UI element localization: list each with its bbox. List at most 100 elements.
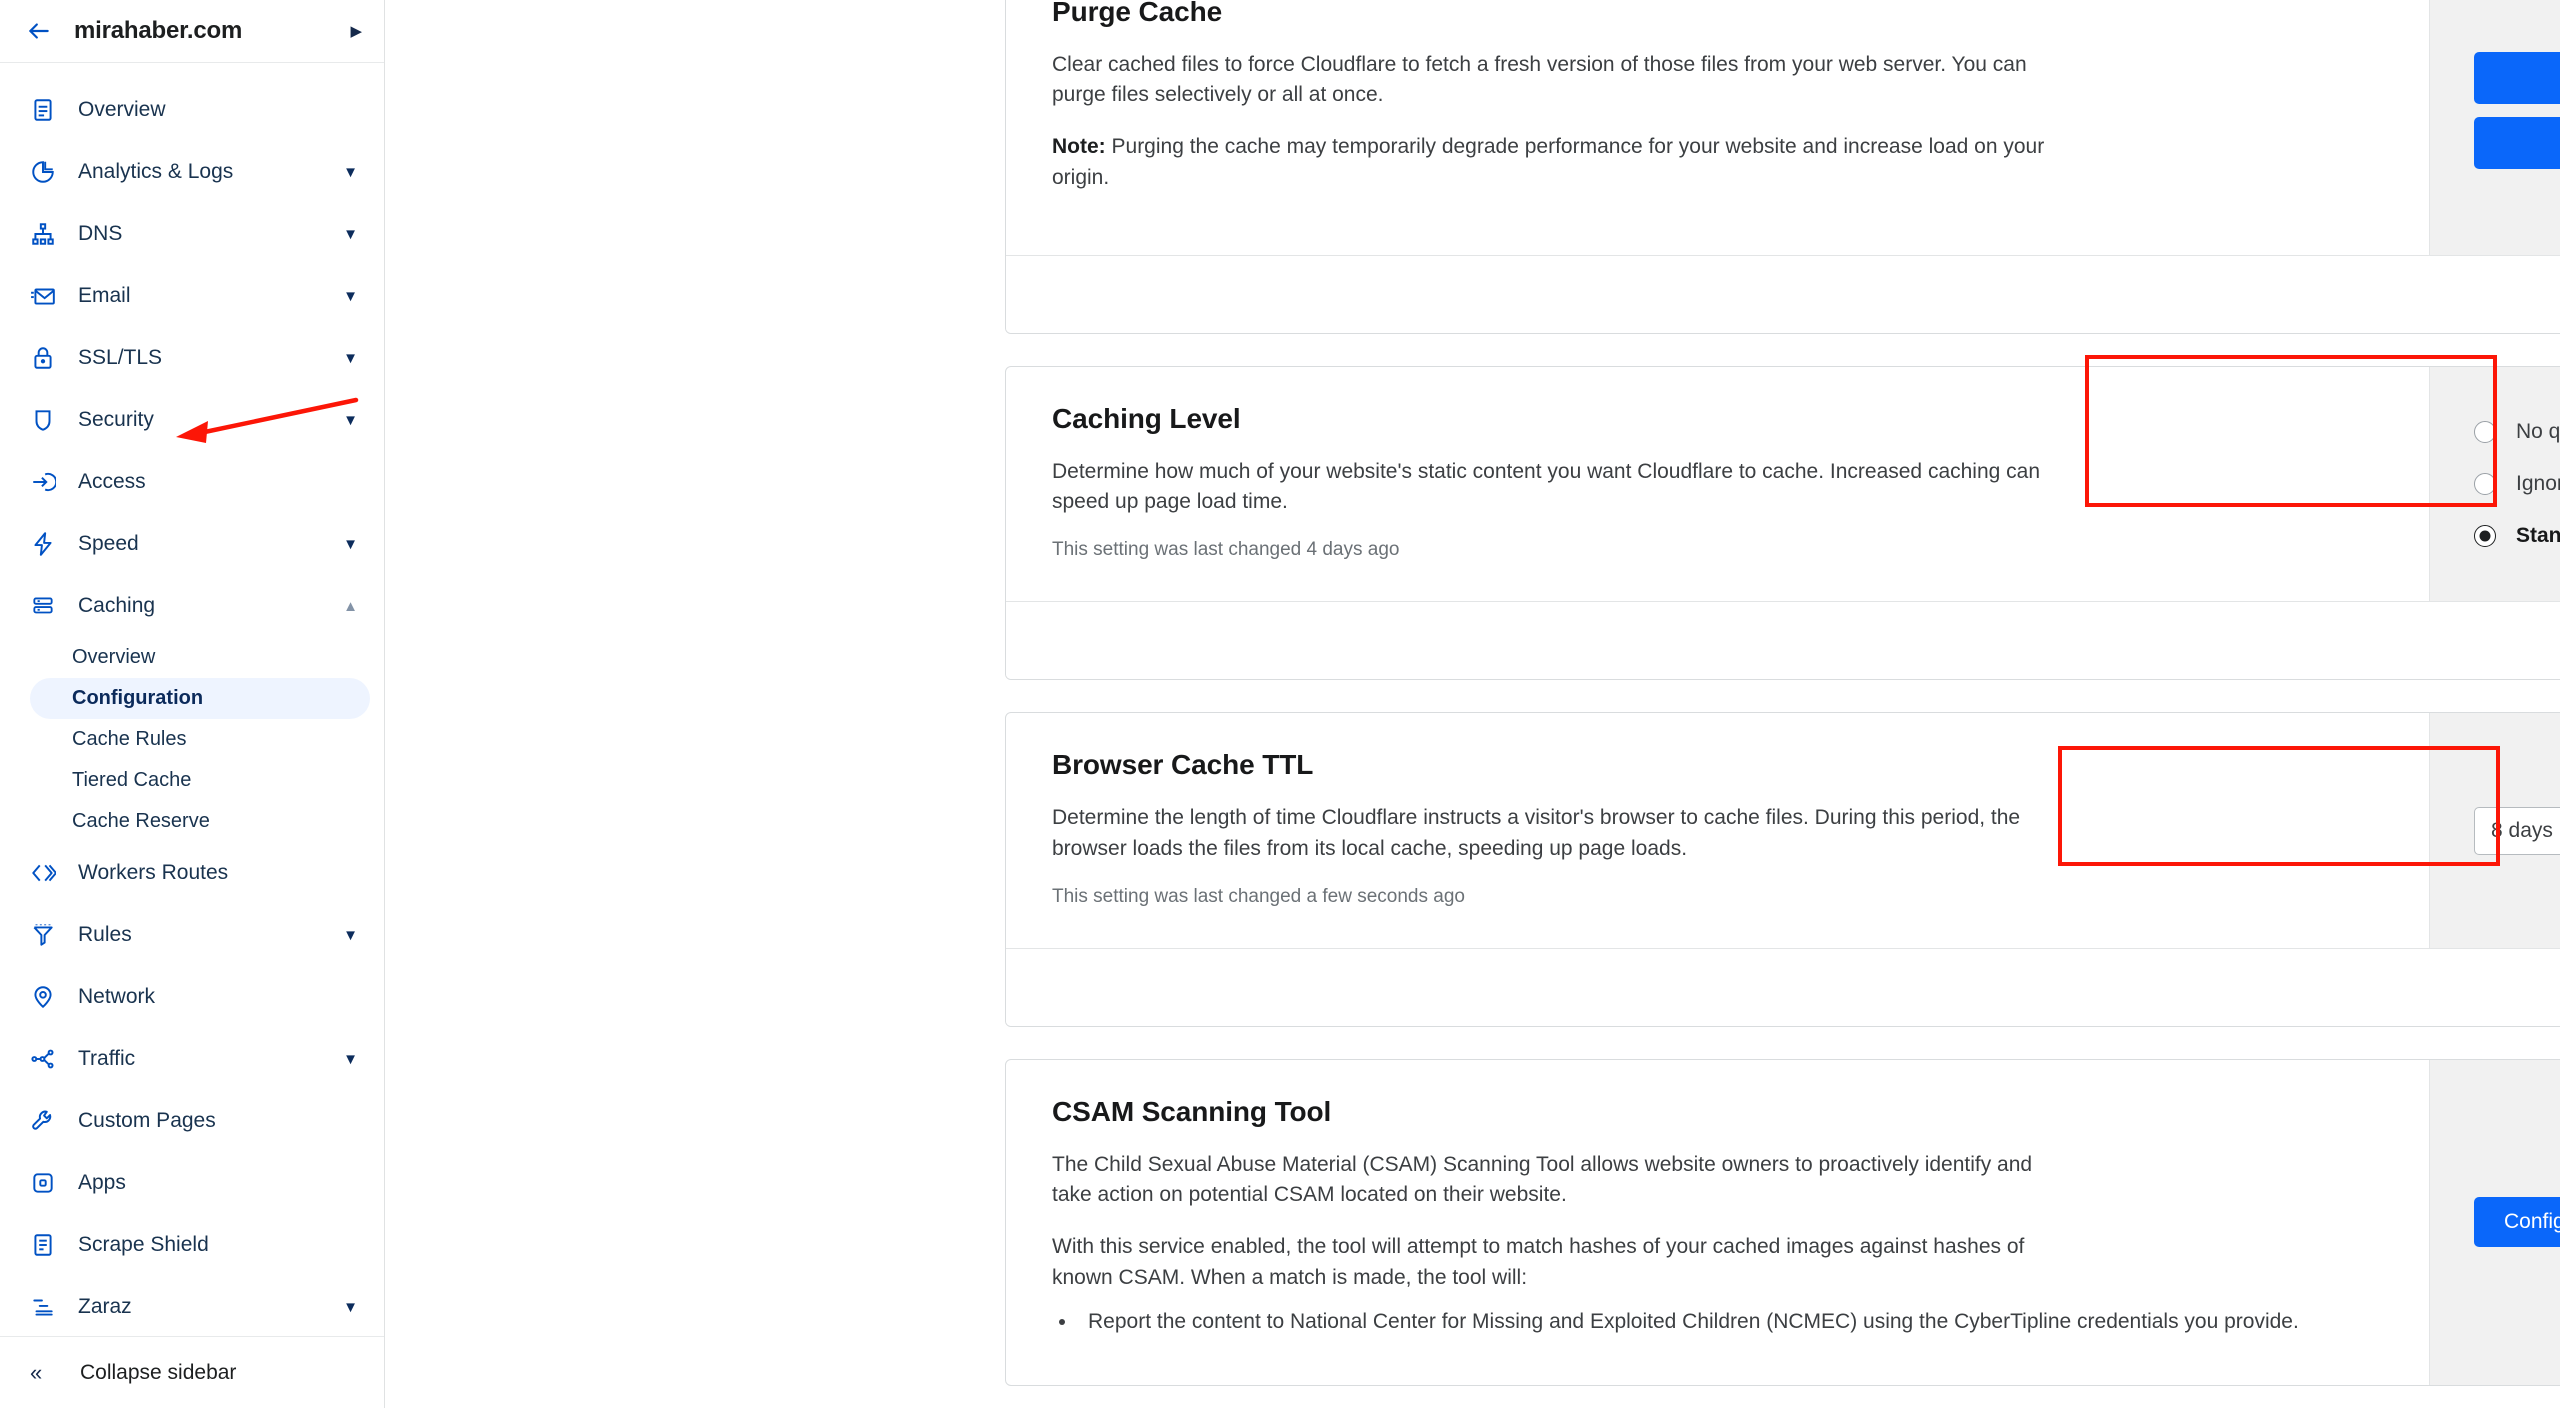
card-caching-level: Caching Level Determine how much of your…	[1005, 365, 2560, 681]
card-footer: API▶ Help▶	[1006, 254, 2560, 333]
sidebar-item-label: DNS	[78, 222, 123, 245]
sidebar-item-zaraz[interactable]: Zaraz ▼	[0, 1276, 384, 1336]
login-arrow-icon	[26, 469, 60, 495]
sidebar-item-dns[interactable]: DNS ▼	[0, 203, 384, 265]
card-text: Caching Level Determine how much of your…	[1006, 367, 2429, 601]
sidebar-item-workers-routes[interactable]: Workers Routes	[0, 842, 384, 904]
sidebar-subitem-overview[interactable]: Overview	[30, 637, 370, 678]
card-description: Determine how much of your website's sta…	[1052, 459, 2041, 514]
chevron-down-icon[interactable]: ▼	[343, 351, 358, 366]
card-controls: Configure	[2429, 1059, 2560, 1386]
sidebar-item-label: Traffic	[78, 1047, 136, 1070]
sidebar-item-label: Security	[78, 408, 154, 431]
sidebar-subitem-label: Tiered Cache	[72, 769, 192, 791]
chevron-down-icon[interactable]: ▼	[343, 537, 358, 552]
last-changed-note: This setting was last changed a few seco…	[1052, 885, 1465, 907]
note-label: Note:	[1052, 135, 1106, 159]
sidebar-item-network[interactable]: Network	[0, 966, 384, 1028]
shield-icon	[26, 407, 60, 433]
sidebar-subitem-label: Cache Rules	[72, 728, 187, 750]
radio-ignore-query-string[interactable]: Ignore query string	[2474, 472, 2560, 496]
chevron-down-icon[interactable]: ▼	[343, 1052, 358, 1067]
sidebar-item-access[interactable]: Access	[0, 451, 384, 513]
card-footer: API▶ Help▶	[1006, 601, 2560, 680]
sidebar-item-label: Rules	[78, 923, 132, 946]
sidebar-item-security[interactable]: Security ▼	[0, 389, 384, 451]
sidebar-item-label: Network	[78, 985, 156, 1008]
back-arrow-icon[interactable]	[22, 14, 56, 48]
sidebar-item-label: Caching	[78, 594, 156, 617]
radio-label: Ignore query string	[2516, 472, 2560, 496]
radio-label: No query string	[2516, 420, 2560, 444]
card-title: Purge Cache	[1052, 0, 1223, 27]
sidebar-header: mirahaber.com ▶	[0, 0, 384, 63]
sidebar-item-custom-pages[interactable]: Custom Pages	[0, 1090, 384, 1152]
double-chevron-left-icon: «	[30, 1359, 43, 1385]
wrench-icon	[26, 1108, 60, 1134]
lock-icon	[26, 345, 60, 371]
code-brackets-icon	[26, 860, 60, 886]
sidebar-subitem-tiered-cache[interactable]: Tiered Cache	[30, 760, 370, 801]
radio-no-query-string[interactable]: No query string	[2474, 420, 2560, 444]
sidebar-subitem-cache-reserve[interactable]: Cache Reserve	[30, 801, 370, 842]
sitemap-icon	[26, 221, 60, 247]
lightning-bolt-icon	[26, 531, 60, 557]
sidebar-item-rules[interactable]: Rules ▼	[0, 904, 384, 966]
sidebar-item-analytics-and-logs[interactable]: Analytics & Logs ▼	[0, 141, 384, 203]
sidebar-item-ssl-tls[interactable]: SSL/TLS ▼	[0, 327, 384, 389]
map-pin-icon	[26, 984, 60, 1010]
sidebar-item-label: Apps	[78, 1171, 126, 1194]
sidebar-nav: Overview Analytics & Logs ▼ DNS ▼ Email …	[0, 63, 384, 1336]
card-body: Caching Level Determine how much of your…	[1006, 366, 2560, 602]
sidebar: mirahaber.com ▶ Overview Analytics & Log…	[0, 0, 385, 1408]
sidebar-item-label: Zaraz	[78, 1295, 132, 1318]
browser-cache-ttl-select[interactable]: 8 days ▼	[2474, 806, 2560, 855]
custom-purge-button[interactable]: Custom Purge	[2474, 51, 2560, 104]
sidebar-subitem-label: Cache Reserve	[72, 810, 210, 832]
sidebar-item-caching[interactable]: Caching ▲	[0, 575, 384, 637]
chevron-up-icon[interactable]: ▲	[343, 599, 358, 614]
card-controls: 8 days ▼	[2429, 713, 2560, 948]
card-footer: API▶ Help▶	[1006, 947, 2560, 1026]
site-selector-caret-icon[interactable]: ▶	[350, 24, 362, 39]
sidebar-item-overview[interactable]: Overview	[0, 79, 384, 141]
sidebar-item-label: Speed	[78, 532, 139, 555]
csam-bullet-list: Report the content to National Center fo…	[1078, 1307, 2383, 1337]
chevron-down-icon[interactable]: ▼	[343, 413, 358, 428]
configure-button[interactable]: Configure	[2474, 1197, 2560, 1248]
card-description: Determine the length of time Cloudflare …	[1052, 806, 2021, 860]
chevron-down-icon[interactable]: ▼	[343, 227, 358, 242]
chevron-down-icon[interactable]: ▼	[343, 289, 358, 304]
sidebar-subitem-cache-rules[interactable]: Cache Rules	[30, 719, 370, 760]
chevron-down-icon[interactable]: ▼	[343, 1300, 358, 1315]
chevron-down-icon[interactable]: ▼	[343, 928, 358, 943]
sidebar-item-email[interactable]: Email ▼	[0, 265, 384, 327]
sidebar-item-traffic[interactable]: Traffic ▼	[0, 1028, 384, 1090]
sidebar-subitem-label: Configuration	[72, 687, 204, 709]
sidebar-item-label: SSL/TLS	[78, 346, 163, 369]
last-changed-note: This setting was last changed 4 days ago	[1052, 539, 1400, 561]
sidebar-item-scrape-shield[interactable]: Scrape Shield	[0, 1214, 384, 1276]
card-description-1: The Child Sexual Abuse Material (CSAM) S…	[1052, 1152, 2033, 1207]
collapse-sidebar-button[interactable]: « Collapse sidebar	[0, 1336, 384, 1408]
server-stack-icon	[26, 593, 60, 619]
pie-chart-icon	[26, 159, 60, 185]
settings-column: Purge Cache Clear cached files to force …	[1005, 0, 2560, 1408]
sidebar-item-label: Scrape Shield	[78, 1233, 209, 1256]
sidebar-subitem-configuration[interactable]: Configuration	[30, 678, 370, 719]
card-text: CSAM Scanning Tool The Child Sexual Abus…	[1006, 1060, 2429, 1385]
sidebar-item-label: Email	[78, 284, 131, 307]
purge-everything-button[interactable]: Purge Everything	[2474, 116, 2560, 169]
card-title: CSAM Scanning Tool	[1052, 1095, 1332, 1127]
radio-icon-selected	[2474, 525, 2496, 548]
radio-standard[interactable]: Standard	[2474, 524, 2560, 548]
card-description: Clear cached files to force Cloudflare t…	[1052, 53, 2027, 107]
sidebar-item-speed[interactable]: Speed ▼	[0, 513, 384, 575]
card-controls: No query string Ignore query string Stan…	[2429, 366, 2560, 602]
zaraz-lines-icon	[26, 1294, 60, 1320]
select-value: 8 days	[2491, 818, 2553, 842]
sidebar-item-label: Custom Pages	[78, 1109, 216, 1132]
chevron-down-icon[interactable]: ▼	[343, 165, 358, 180]
card-note-paragraph: Note: Purging the cache may temporarily …	[1052, 132, 2072, 192]
sidebar-item-apps[interactable]: Apps	[0, 1152, 384, 1214]
